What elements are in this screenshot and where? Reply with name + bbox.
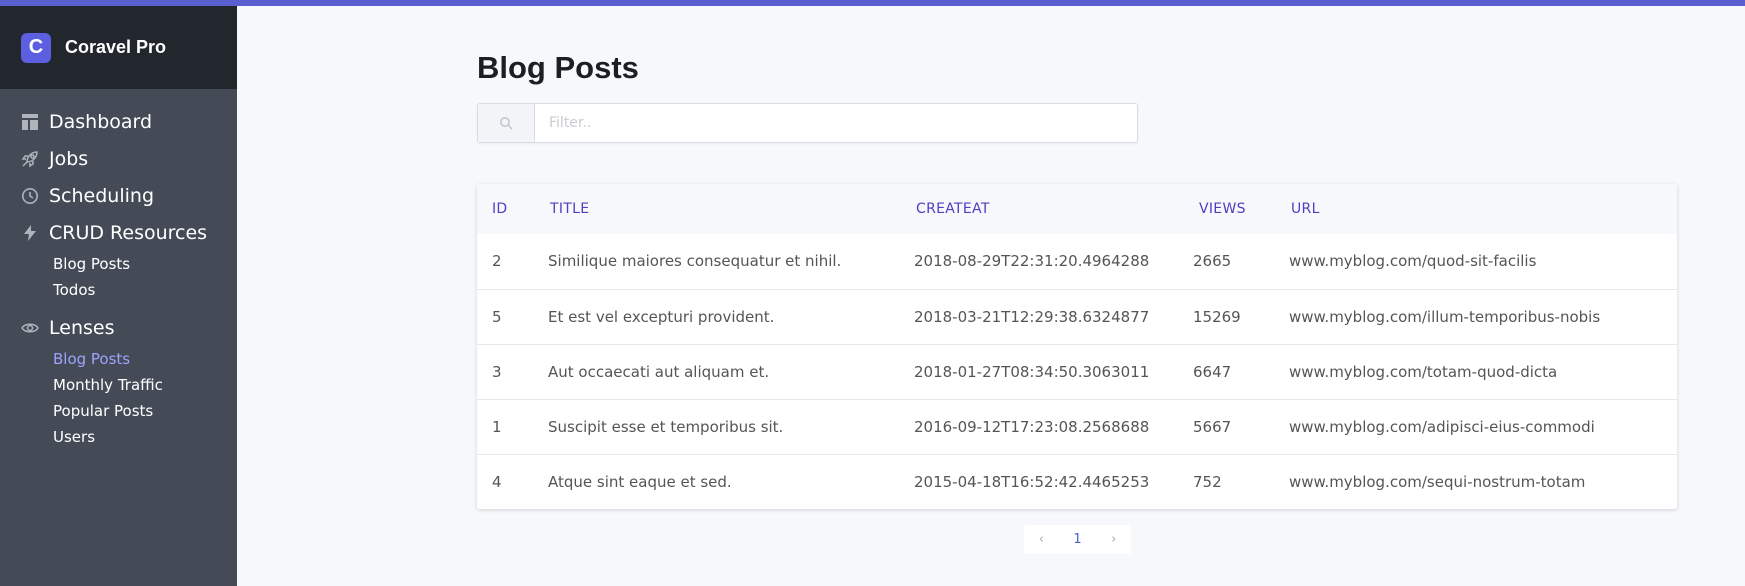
sidebar-item-dashboard[interactable]: Dashboard (0, 103, 237, 140)
cell-views: 2665 (1193, 252, 1232, 271)
sidebar-subitem-monthly-traffic[interactable]: Monthly Traffic (53, 372, 237, 398)
sidebar-item-label: CRUD Resources (49, 221, 208, 244)
sidebar-item-label: Jobs (49, 147, 89, 170)
cell-views: 752 (1183, 453, 1279, 509)
cell-url: www.myblog.com/sequi-nostrum-totam (1279, 453, 1677, 509)
main-content: Blog Posts ID TITLE CREATEAT VIEWS URL 2… (237, 6, 1745, 586)
cell-url: www.myblog.com/totam-quod-dicta (1279, 343, 1677, 399)
eye-icon (21, 319, 39, 337)
cell-title: Aut occaecati aut aliquam et. (534, 343, 900, 399)
sidebar-item-scheduling[interactable]: Scheduling (0, 177, 237, 214)
cell-id: 3 (477, 343, 534, 399)
table-row[interactable]: 3 Aut occaecati aut aliquam et. 2018-01-… (477, 343, 1677, 399)
table-row[interactable]: 1 Suscipit esse et temporibus sit. 2016-… (477, 398, 1677, 454)
table-header-row: ID TITLE CREATEAT VIEWS URL (477, 184, 1677, 234)
sidebar-subitem-popular-posts[interactable]: Popular Posts (53, 398, 237, 424)
page-number-button[interactable]: 1 (1073, 532, 1081, 547)
pagination: ‹ 1 › (1024, 525, 1131, 554)
sidebar-item-lenses[interactable]: Lenses (0, 309, 237, 346)
cell-createat: 2018-01-27T08:34:50.3063011 (900, 343, 1183, 399)
cell-id: 1 (477, 398, 534, 454)
crud-resources-submenu: Blog Posts Todos (0, 251, 237, 303)
cell-url: www.myblog.com/adipisci-eius-commodi (1279, 398, 1677, 454)
cell-createat: 2018-03-21T12:29:38.6324877 (900, 288, 1183, 344)
column-header-views[interactable]: VIEWS (1183, 184, 1279, 234)
sidebar-item-label: Lenses (49, 316, 115, 339)
table-row[interactable]: 2 Similique maiores consequatur et nihil… (477, 234, 1677, 289)
page-title: Blog Posts (477, 50, 639, 85)
app-name: Coravel Pro (65, 37, 167, 57)
cell-url: www.myblog.com/illum-temporibus-nobis (1279, 288, 1677, 344)
sidebar-item-jobs[interactable]: Jobs (0, 140, 237, 177)
sidebar-subitem-lens-blog-posts[interactable]: Blog Posts (53, 346, 237, 372)
column-header-createat[interactable]: CREATEAT (900, 184, 1183, 234)
sidebar: C Coravel Pro Dashboard Jobs Scheduling (0, 6, 237, 586)
bolt-icon (21, 224, 39, 242)
cell-views: 15269 (1183, 288, 1279, 344)
cell-url: www.myblog.com/quod-sit-facilis (1289, 252, 1537, 271)
sidebar-subitem-users[interactable]: Users (53, 424, 237, 450)
cell-id: 4 (477, 453, 534, 509)
column-header-url[interactable]: URL (1279, 184, 1677, 234)
filter-input[interactable] (535, 104, 1137, 142)
cell-createat: 2015-04-18T16:52:42.4465253 (900, 453, 1183, 509)
clock-icon (21, 187, 39, 205)
next-page-button[interactable]: › (1111, 532, 1116, 547)
cell-title: Atque sint eaque et sed. (534, 453, 900, 509)
dashboard-icon (21, 113, 39, 131)
cell-title: Suscipit esse et temporibus sit. (534, 398, 900, 454)
brand[interactable]: C Coravel Pro (0, 6, 237, 89)
sidebar-item-crud-resources[interactable]: CRUD Resources (0, 214, 237, 251)
sidebar-item-label: Scheduling (49, 184, 155, 207)
lenses-submenu: Blog Posts Monthly Traffic Popular Posts… (0, 346, 237, 450)
cell-id: 2 (492, 252, 502, 271)
cell-createat: 2018-08-29T22:31:20.4964288 (914, 252, 1150, 271)
sidebar-nav: Dashboard Jobs Scheduling CRUD Resources… (0, 89, 237, 450)
filter-bar (477, 103, 1138, 143)
cell-createat: 2016-09-12T17:23:08.2568688 (900, 398, 1183, 454)
cell-views: 6647 (1183, 343, 1279, 399)
posts-table: ID TITLE CREATEAT VIEWS URL 2 Similique … (477, 184, 1677, 509)
table-row[interactable]: 5 Et est vel excepturi provident. 2018-0… (477, 288, 1677, 344)
column-header-title[interactable]: TITLE (534, 184, 900, 234)
table-row[interactable]: 4 Atque sint eaque et sed. 2015-04-18T16… (477, 453, 1677, 509)
column-header-id[interactable]: ID (477, 184, 534, 234)
cell-title: Similique maiores consequatur et nihil. (548, 252, 842, 271)
cell-views: 5667 (1183, 398, 1279, 454)
cell-id: 5 (477, 288, 534, 344)
sidebar-item-label: Dashboard (49, 110, 153, 133)
rocket-icon (21, 150, 39, 168)
search-icon (478, 104, 535, 142)
sidebar-subitem-todos[interactable]: Todos (53, 277, 237, 303)
cell-title: Et est vel excepturi provident. (534, 288, 900, 344)
sidebar-subitem-blog-posts[interactable]: Blog Posts (53, 251, 237, 277)
app-logo: C (21, 32, 51, 63)
posts-table-card: ID TITLE CREATEAT VIEWS URL 2 Similique … (477, 184, 1677, 509)
prev-page-button[interactable]: ‹ (1039, 532, 1044, 547)
